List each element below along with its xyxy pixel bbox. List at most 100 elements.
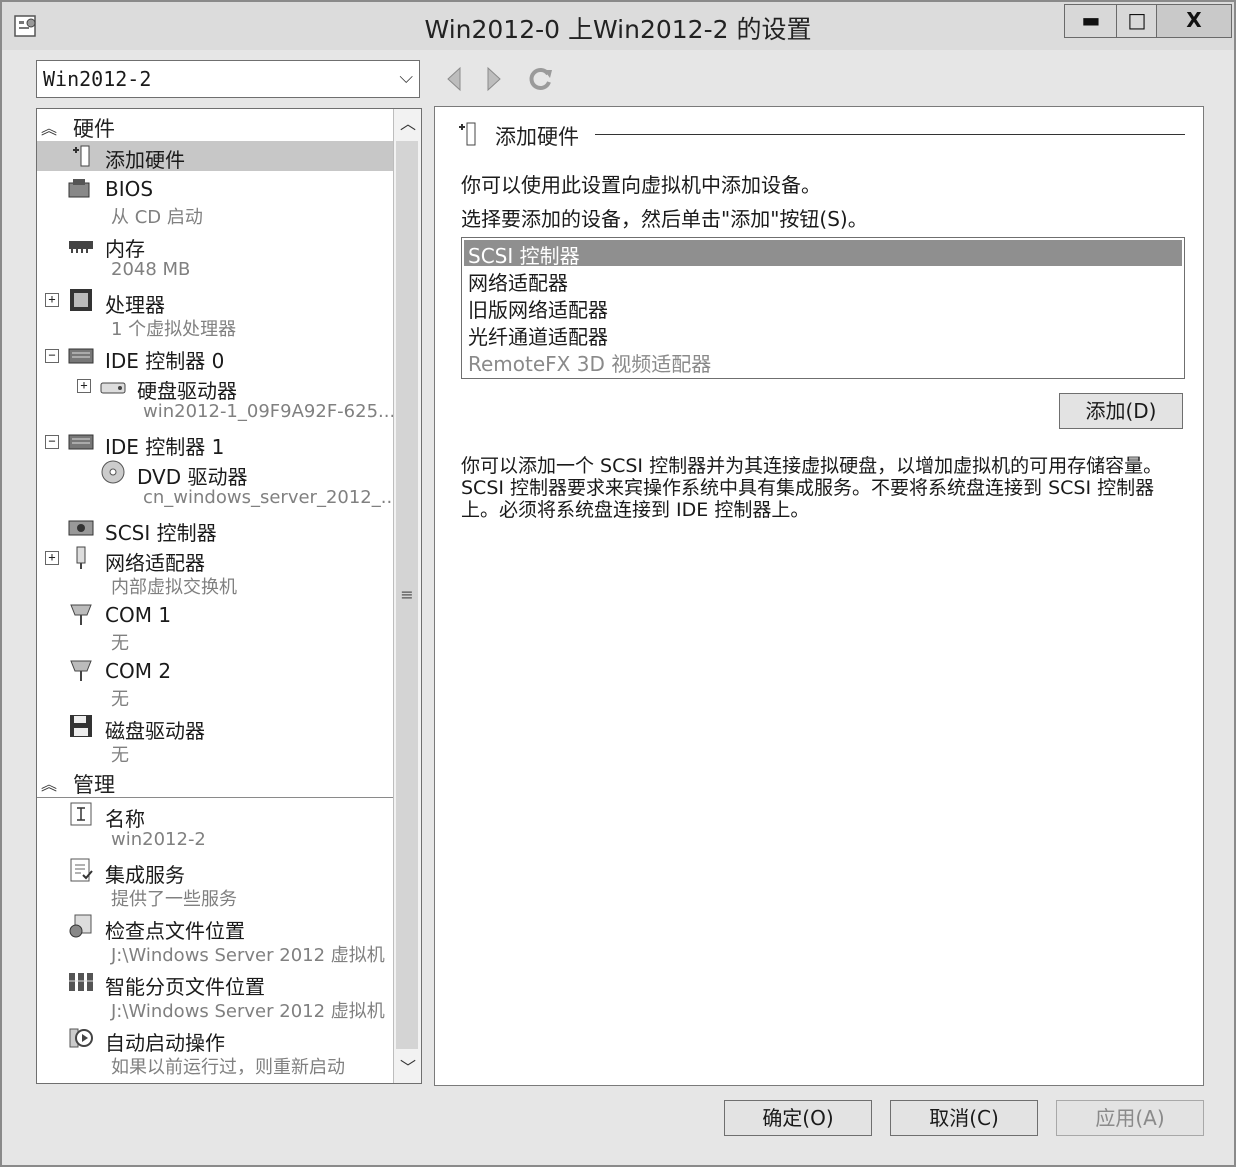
chevron-down-icon: ⌵ (399, 67, 413, 88)
ide-controller-icon (68, 434, 94, 450)
tree-scrollbar[interactable]: ︿ ≡ ﹀ (393, 109, 421, 1083)
tree-item-detail: J:\Windows Server 2012 虚拟机 (111, 1001, 385, 1022)
hard-disk-icon (100, 382, 126, 394)
apply-button: 应用(A) (1056, 1100, 1204, 1136)
detail-title: 添加硬件 (495, 125, 579, 149)
collapse-icon[interactable]: − (45, 349, 59, 363)
tree-item-ide-controller-0[interactable]: − IDE 控制器 0 (37, 341, 393, 373)
tree-item-name[interactable]: 名称 win2012-2 (37, 799, 393, 855)
add-hardware-icon (73, 145, 90, 167)
maximize-button[interactable]: □ (1116, 4, 1158, 38)
tree-item-label: BIOS (105, 177, 154, 201)
refresh-icon[interactable] (528, 66, 554, 92)
description-line-2: 选择要添加的设备，然后单击"添加"按钮(S)。 (461, 207, 868, 231)
tree-item-label: 名称 (105, 807, 145, 831)
device-option-scsi-controller[interactable]: SCSI 控制器 (464, 240, 1182, 268)
tree-item-processor[interactable]: + 处理器 1 个虚拟处理器 (37, 285, 393, 341)
tree-item-floppy[interactable]: 磁盘驱动器 无 (37, 711, 393, 767)
hardware-section-header[interactable]: ︽ 硬件 (37, 111, 393, 142)
collapse-chevron-icon[interactable]: ︽ (41, 115, 57, 139)
device-option-remotefx-adapter: RemoteFX 3D 视频适配器 (468, 352, 712, 376)
tree-item-smart-paging-location[interactable]: 智能分页文件位置 J:\Windows Server 2012 虚拟机 (37, 967, 393, 1023)
tree-item-network-adapter[interactable]: + 网络适配器 内部虚拟交换机 (37, 543, 393, 599)
tree-item-label: IDE 控制器 1 (105, 435, 225, 459)
scsi-icon (68, 520, 94, 536)
help-text: 你可以添加一个 SCSI 控制器并为其连接虚拟硬盘，以增加虚拟机的可用存储容量。… (461, 455, 1163, 521)
expand-icon[interactable]: + (45, 293, 59, 307)
tree-item-detail: 无 (111, 633, 129, 654)
smart-paging-icon (69, 973, 93, 991)
management-section-header[interactable]: ︽ 管理 (37, 767, 393, 798)
add-hardware-icon (459, 122, 476, 146)
floppy-icon (70, 715, 92, 737)
tree-item-label: 智能分页文件位置 (105, 975, 265, 999)
tree-item-label: 自动启动操作 (105, 1031, 225, 1055)
tree-item-detail: cn_windows_server_2012_... (143, 487, 398, 508)
tree-item-label: SCSI 控制器 (105, 521, 217, 545)
tree-item-memory[interactable]: 内存 2048 MB (37, 229, 393, 285)
bios-icon (68, 179, 90, 198)
tree-item-label: COM 2 (105, 659, 172, 683)
tree-item-add-hardware[interactable]: 添加硬件 (37, 141, 393, 172)
tree-item-detail: win2012-1_09F9A92F-625... (143, 401, 396, 422)
title-bar[interactable]: Win2012-0 上Win2012-2 的设置 ▬ □ X (2, 2, 1234, 50)
close-button[interactable]: X (1156, 4, 1232, 38)
settings-window: Win2012-0 上Win2012-2 的设置 ▬ □ X Win2012-2… (0, 0, 1236, 1167)
tree-item-com2[interactable]: COM 2 无 (37, 655, 393, 711)
tree-item-label: 集成服务 (105, 863, 185, 887)
tree-item-detail: 无 (111, 689, 129, 710)
detail-panel: 添加硬件 你可以使用此设置向虚拟机中添加设备。 选择要添加的设备，然后单击"添加… (434, 106, 1204, 1086)
tree-item-label: 处理器 (105, 293, 165, 317)
device-listbox[interactable]: SCSI 控制器 网络适配器 旧版网络适配器 光纤通道适配器 RemoteFX … (461, 237, 1185, 379)
scroll-thumb[interactable]: ≡ (396, 141, 418, 1049)
processor-icon (70, 289, 92, 311)
scroll-up-arrow-icon[interactable]: ︿ (394, 109, 421, 139)
tree-item-auto-start-action[interactable]: 自动启动操作 如果以前运行过，则重新启动 (37, 1023, 393, 1079)
checkpoint-icon (69, 914, 92, 938)
vm-selector-dropdown[interactable]: Win2012-2 ⌵ (36, 60, 420, 98)
ok-button[interactable]: 确定(O) (724, 1100, 872, 1136)
cancel-button[interactable]: 取消(C) (890, 1100, 1038, 1136)
settings-tree[interactable]: ︽ 硬件 添加硬件 BIOS 从 CD 启动 内存 2048 MB + 处理器 (36, 108, 422, 1084)
com-port-icon (70, 660, 92, 681)
forward-arrow-icon[interactable] (480, 66, 506, 92)
add-button[interactable]: 添加(D) (1059, 393, 1183, 429)
tree-item-dvd[interactable]: DVD 驱动器 cn_windows_server_2012_... (37, 457, 398, 513)
device-option-fibre-channel-adapter[interactable]: 光纤通道适配器 (464, 321, 1182, 349)
tree-item-scsi-controller[interactable]: SCSI 控制器 (37, 513, 393, 545)
tree-item-label: 硬盘驱动器 (137, 379, 237, 403)
back-arrow-icon[interactable] (442, 66, 468, 92)
tree-item-label: 检查点文件位置 (105, 919, 245, 943)
tree-item-hard-disk[interactable]: + 硬盘驱动器 win2012-1_09F9A92F-625... (37, 371, 396, 427)
tree-item-label: COM 1 (105, 603, 172, 627)
dvd-icon (101, 460, 125, 484)
hardware-section-label: 硬件 (73, 117, 115, 141)
collapse-chevron-icon[interactable]: ︽ (41, 771, 57, 795)
tree-item-ide-controller-1[interactable]: − IDE 控制器 1 (37, 427, 393, 459)
window-title: Win2012-0 上Win2012-2 的设置 (424, 15, 812, 44)
tree-item-detail: 无 (111, 745, 129, 766)
collapse-icon[interactable]: − (45, 435, 59, 449)
tree-item-bios[interactable]: BIOS 从 CD 启动 (37, 173, 393, 229)
tree-item-detail: 从 CD 启动 (111, 207, 203, 228)
scroll-grip-icon: ≡ (400, 585, 414, 604)
tree-item-detail: win2012-2 (111, 829, 206, 850)
expand-icon[interactable]: + (77, 379, 91, 393)
tree-item-label: 磁盘驱动器 (105, 719, 205, 743)
vm-selector-value: Win2012-2 (43, 67, 152, 91)
tree-item-detail: 2048 MB (111, 259, 191, 280)
expand-icon[interactable]: + (45, 551, 59, 565)
name-icon (70, 802, 92, 826)
tree-item-com1[interactable]: COM 1 无 (37, 599, 393, 655)
minimize-button[interactable]: ▬ (1064, 4, 1118, 38)
tree-item-label: IDE 控制器 0 (105, 349, 225, 373)
scroll-down-arrow-icon[interactable]: ﹀ (394, 1053, 421, 1083)
device-option-network-adapter[interactable]: 网络适配器 (464, 267, 1182, 295)
tree-item-label: 添加硬件 (105, 148, 185, 172)
tree-item-integration-services[interactable]: 集成服务 提供了一些服务 (37, 855, 393, 911)
tree-item-checkpoint-location[interactable]: 检查点文件位置 J:\Windows Server 2012 虚拟机 (37, 911, 393, 967)
description-line-1: 你可以使用此设置向虚拟机中添加设备。 (461, 173, 821, 197)
tree-item-label: 网络适配器 (105, 551, 205, 575)
device-option-legacy-network-adapter[interactable]: 旧版网络适配器 (464, 294, 1182, 322)
tree-item-detail: 提供了一些服务 (111, 889, 237, 910)
